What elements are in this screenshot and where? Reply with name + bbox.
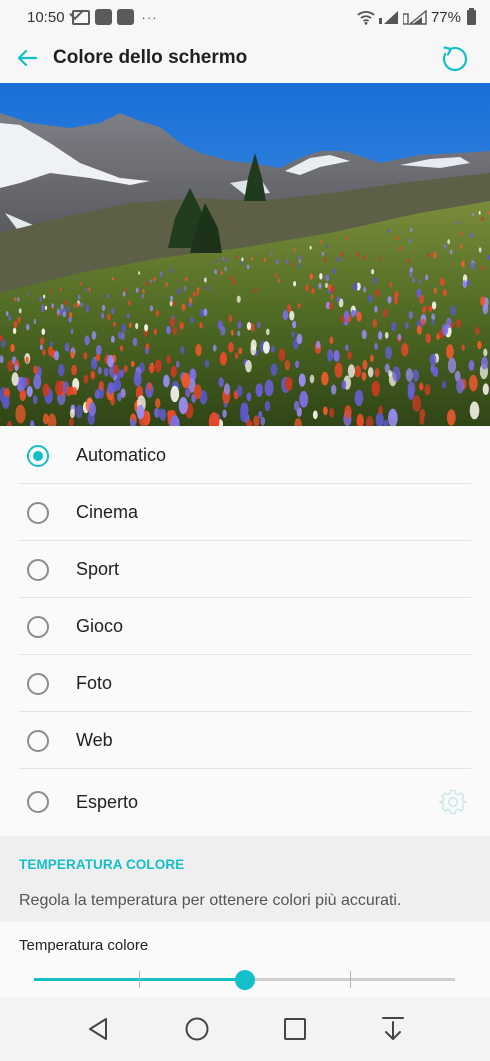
nav-recents-button[interactable]	[280, 1014, 310, 1044]
mode-label: Gioco	[76, 616, 124, 636]
back-button[interactable]	[2, 34, 52, 82]
nav-back-button[interactable]	[84, 1014, 114, 1044]
status-right: 77%	[357, 7, 476, 26]
notification-pull-icon	[382, 1017, 404, 1040]
mode-label: Foto	[76, 673, 113, 693]
mode-option-web[interactable]: Web	[0, 712, 490, 769]
mode-option-sport[interactable]: Sport	[0, 541, 490, 598]
radio-button[interactable]	[27, 501, 49, 524]
mode-label: Cinema	[76, 502, 139, 522]
status-left: 10:50 ···	[27, 9, 158, 26]
mode-label: Automatico	[76, 445, 167, 465]
meadow-landscape-image	[0, 83, 490, 426]
section-title: TEMPERATURA COLORE	[19, 857, 185, 872]
back-triangle-icon	[89, 1018, 107, 1040]
radio-button-selected[interactable]	[27, 444, 49, 467]
app-notification-icon	[94, 9, 112, 25]
radio-button[interactable]	[27, 558, 49, 581]
battery-percent: 77%	[430, 8, 461, 26]
slider-thumb[interactable]	[234, 969, 255, 990]
mode-option-cinema[interactable]: Cinema	[0, 484, 490, 541]
mode-option-automatico[interactable]: Automatico	[0, 427, 490, 484]
mode-option-foto[interactable]: Foto	[0, 655, 490, 712]
battery-icon	[467, 7, 476, 25]
mode-label: Esperto	[76, 791, 139, 812]
wifi-icon	[357, 10, 375, 25]
mail-icon	[71, 9, 90, 25]
status-bar: 10:50 ··· 77%	[0, 0, 490, 34]
color-temperature-section: TEMPERATURA COLORE Regola la temperatura…	[0, 836, 490, 922]
status-time: 10:50	[27, 8, 65, 26]
nav-notification-button[interactable]	[378, 1014, 408, 1044]
radio-button[interactable]	[27, 615, 49, 638]
slider-tick	[349, 971, 351, 988]
slider-tick	[139, 971, 141, 988]
color-temperature-slider[interactable]	[34, 969, 455, 990]
reset-icon	[442, 46, 468, 72]
section-description: Regola la temperatura per ottenere color…	[19, 892, 402, 909]
app-bar: Colore dello schermo	[0, 34, 490, 82]
color-temperature-control: Temperatura colore	[0, 922, 490, 997]
nav-home-button[interactable]	[182, 1014, 212, 1044]
radio-button[interactable]	[27, 791, 49, 813]
arrow-left-icon	[17, 49, 38, 67]
preview-image	[0, 83, 490, 426]
radio-button[interactable]	[27, 672, 49, 695]
mode-label: Sport	[76, 559, 120, 579]
signal-icon	[402, 9, 427, 25]
app-notification-icon	[116, 9, 134, 25]
mode-label: Web	[76, 730, 113, 750]
signal-icon	[378, 10, 398, 24]
home-circle-icon	[185, 1017, 209, 1041]
gear-icon[interactable]	[439, 788, 467, 816]
slider-label: Temperatura colore	[19, 937, 149, 954]
page-title: Colore dello schermo	[53, 47, 248, 68]
more-notifications-indicator: ···	[141, 9, 158, 25]
navigation-bar	[0, 997, 490, 1061]
reset-button[interactable]	[440, 43, 470, 73]
mode-option-esperto[interactable]: Esperto	[0, 769, 490, 835]
radio-button[interactable]	[27, 729, 49, 752]
display-mode-list: Automatico Cinema Sport Gioco Foto Web E…	[0, 427, 490, 835]
mode-option-gioco[interactable]: Gioco	[0, 598, 490, 655]
recents-square-icon	[284, 1018, 306, 1040]
